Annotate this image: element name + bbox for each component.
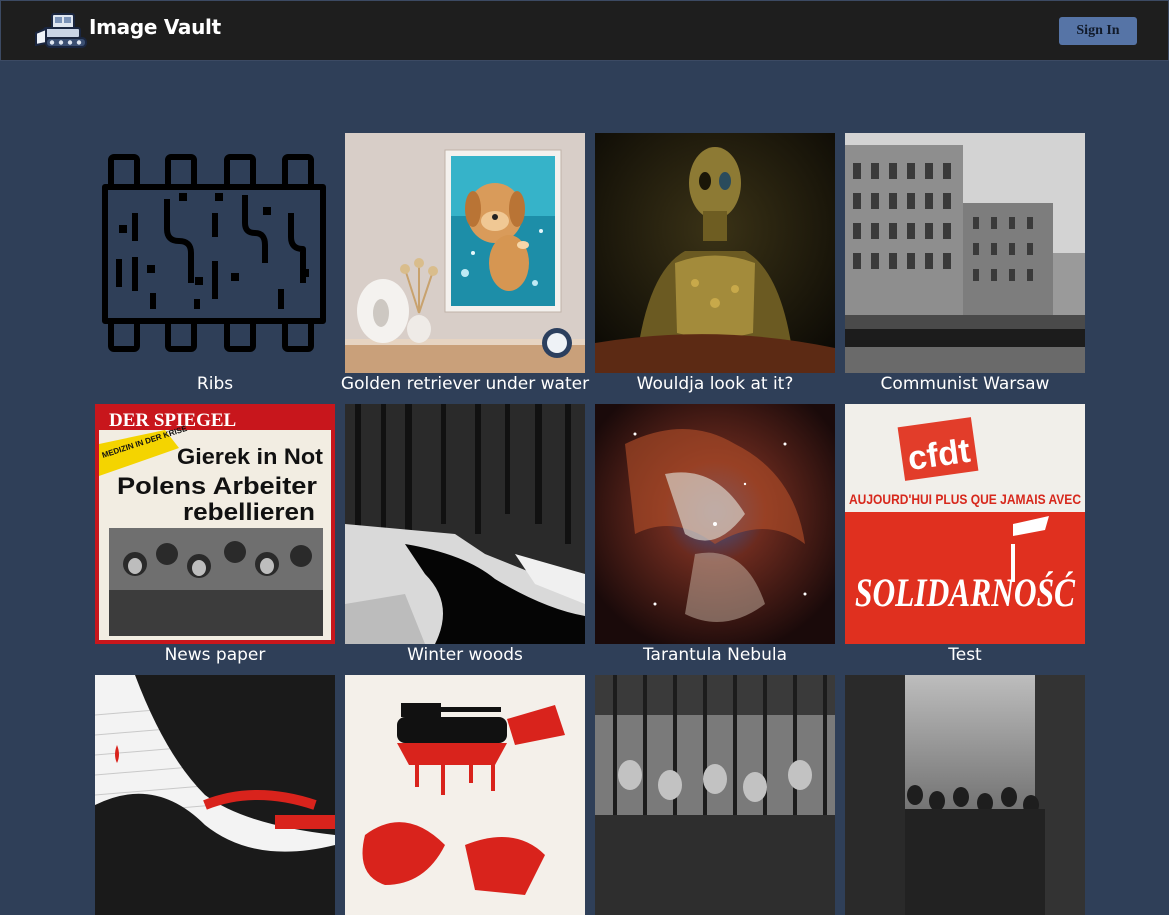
image-caption: News paper xyxy=(164,645,266,665)
image-thumbnail[interactable] xyxy=(845,133,1085,373)
image-caption: Wouldja look at it? xyxy=(636,374,794,394)
gallery-card[interactable] xyxy=(595,675,835,915)
tarantula-nebula-photo xyxy=(595,404,835,644)
winter-woods-photo xyxy=(345,404,585,644)
image-thumbnail[interactable]: DER SPIEGEL MEDIZIN IN DER KRISE Gierek … xyxy=(95,404,335,644)
solidarnosc-line-poster xyxy=(95,675,335,915)
poster-slogan: AUJOURD'HUI PLUS QUE JAMAIS AVEC xyxy=(849,491,1081,507)
top-navbar: Image Vault Sign In xyxy=(0,0,1169,61)
image-thumbnail[interactable] xyxy=(345,133,585,373)
image-caption: Tarantula Nebula xyxy=(642,645,788,665)
image-thumbnail[interactable] xyxy=(345,404,585,644)
image-thumbnail[interactable] xyxy=(345,675,585,915)
sign-in-button[interactable]: Sign In xyxy=(1059,17,1137,45)
image-thumbnail[interactable] xyxy=(845,675,1085,915)
image-caption: Winter woods xyxy=(407,645,523,665)
der-spiegel-cover: DER SPIEGEL MEDIZIN IN DER KRISE Gierek … xyxy=(95,404,335,644)
gallery-card[interactable]: Wouldja look at it? xyxy=(595,133,835,394)
gallery-card[interactable]: Winter woods xyxy=(345,404,585,665)
image-caption: Golden retriever under water xyxy=(340,374,590,394)
tank-poster xyxy=(345,675,585,915)
gallery-card[interactable]: Ribs xyxy=(95,133,335,394)
image-thumbnail[interactable] xyxy=(595,133,835,373)
skeletal-figure-artwork xyxy=(595,133,835,373)
gallery-card[interactable]: DER SPIEGEL MEDIZIN IN DER KRISE Gierek … xyxy=(95,404,335,665)
image-thumbnail[interactable]: cfdt AUJOURD'HUI PLUS QUE JAMAIS AVEC SO… xyxy=(845,404,1085,644)
image-thumbnail[interactable] xyxy=(595,675,835,915)
gallery-card[interactable] xyxy=(95,675,335,915)
image-caption: Ribs xyxy=(196,374,234,394)
gallery-card[interactable] xyxy=(345,675,585,915)
gallery-card[interactable] xyxy=(845,675,1085,915)
ribs-icon xyxy=(102,154,326,352)
gallery-card[interactable]: Communist Warsaw xyxy=(845,133,1085,394)
poster-brand: SOLIDARNOŚĆ xyxy=(855,570,1076,615)
image-thumbnail[interactable] xyxy=(95,675,335,915)
image-caption: Test xyxy=(948,645,982,665)
gallery-card[interactable]: Golden retriever under water xyxy=(341,133,589,394)
golden-retriever-photo xyxy=(345,133,585,373)
gate-crowd-photo xyxy=(595,675,835,915)
street-crowd-photo xyxy=(845,675,1085,915)
image-caption: Communist Warsaw xyxy=(880,374,1050,394)
image-thumbnail[interactable] xyxy=(95,133,335,373)
cover-headline: rebellieren xyxy=(183,499,315,526)
app-title[interactable]: Image Vault xyxy=(89,15,221,39)
image-thumbnail[interactable] xyxy=(595,404,835,644)
cover-headline: Gierek in Not xyxy=(177,444,324,469)
gallery-card[interactable]: Tarantula Nebula xyxy=(595,404,835,665)
solidarnosc-poster: cfdt AUJOURD'HUI PLUS QUE JAMAIS AVEC SO… xyxy=(845,404,1085,644)
warsaw-street-photo xyxy=(845,133,1085,373)
gallery-card[interactable]: cfdt AUJOURD'HUI PLUS QUE JAMAIS AVEC SO… xyxy=(845,404,1085,665)
snowplow-logo-icon[interactable] xyxy=(34,11,90,51)
cover-headline: Polens Arbeiter xyxy=(117,473,317,500)
